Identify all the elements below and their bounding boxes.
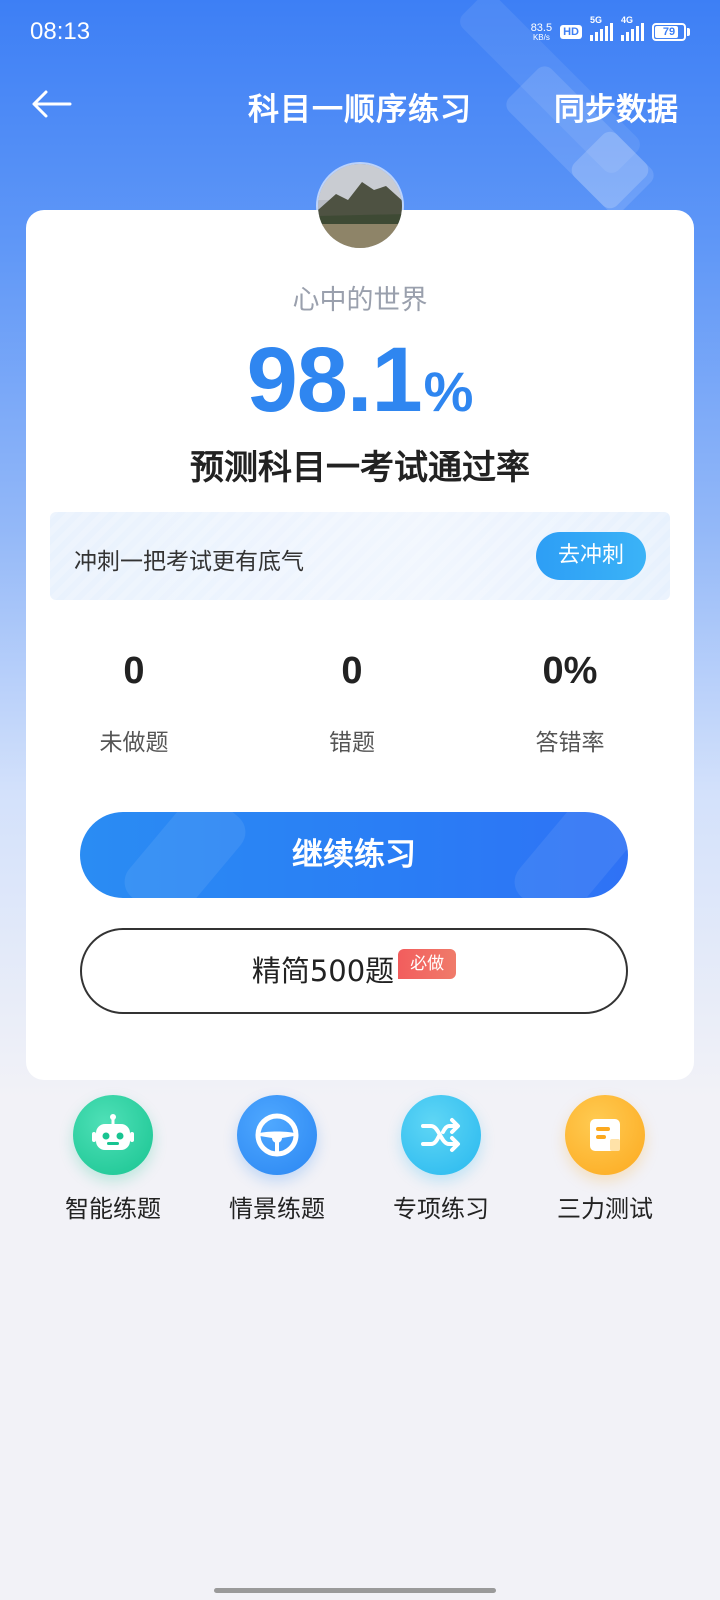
must-do-badge: 必做 <box>398 949 457 979</box>
home-indicator[interactable] <box>214 1588 496 1593</box>
shortcut-scenario-practice-label: 情景练题 <box>229 1195 325 1223</box>
stat-wrong[interactable]: 0 错题 <box>252 650 452 757</box>
battery-icon: 79 <box>652 23 690 41</box>
sync-data-button[interactable]: 同步数据 <box>554 84 678 129</box>
shortcut-smart-practice[interactable]: 智能练题 <box>48 1095 178 1224</box>
signal-4g-icon: 4G <box>621 15 644 41</box>
pass-rate: 98.1% <box>26 328 694 433</box>
stat-error-rate-label: 答错率 <box>535 730 605 756</box>
sprint-banner: 冲刺一把考试更有底气 去冲刺 <box>50 512 670 600</box>
stat-error-rate: 0% 答错率 <box>470 650 670 757</box>
signal-5g-label: 5G <box>590 15 603 25</box>
document-icon <box>590 1119 620 1151</box>
shuffle-icon <box>421 1118 460 1152</box>
signal-4g-label: 4G <box>621 15 634 25</box>
avatar-image <box>318 164 402 248</box>
robot-icon <box>92 1114 134 1150</box>
avatar[interactable] <box>316 162 404 250</box>
stat-undone-label: 未做题 <box>99 730 169 756</box>
hd-icon: HD <box>560 25 582 39</box>
back-button[interactable] <box>28 84 76 124</box>
shortcut-scenario-practice[interactable]: 情景练题 <box>212 1095 342 1224</box>
network-speed-unit: KB/s <box>532 32 550 42</box>
shortcut-three-ability-test[interactable]: 三力测试 <box>540 1095 670 1224</box>
network-speed: 83.5 KB/s <box>530 21 553 42</box>
shortcut-grid: 智能练题 情景练题 专项练习 三力测试 <box>0 1095 720 1235</box>
stat-error-rate-value: 0% <box>542 650 598 692</box>
arrow-left-icon <box>32 90 72 118</box>
signal-5g-icon: 5G <box>590 15 613 41</box>
stat-wrong-value: 0 <box>341 650 363 692</box>
nav-bar: 科目一顺序练习 同步数据 <box>0 70 720 140</box>
stat-undone-value: 0 <box>123 650 145 692</box>
pass-rate-value: 98.1 <box>246 329 423 431</box>
shortcut-smart-practice-label: 智能练题 <box>65 1195 161 1223</box>
network-speed-value: 83.5 <box>530 21 553 34</box>
username: 心中的世界 <box>292 285 428 316</box>
sprint-text: 冲刺一把考试更有底气 <box>74 549 304 575</box>
status-time: 08:13 <box>30 18 91 45</box>
continue-practice-button[interactable]: 继续练习 <box>80 812 628 898</box>
shortcut-special-practice[interactable]: 专项练习 <box>376 1095 506 1224</box>
pass-rate-unit: % <box>423 360 474 423</box>
status-bar: 08:13 83.5 KB/s HD 5G 4G 79 <box>0 0 720 64</box>
status-icons: 83.5 KB/s HD 5G 4G 79 <box>530 15 690 42</box>
progress-card: 心中的世界 98.1% 预测科目一考试通过率 冲刺一把考试更有底气 去冲刺 0 … <box>26 210 694 1080</box>
slim-500-button[interactable]: 精简500题 必做 <box>80 928 628 1014</box>
stat-wrong-label: 错题 <box>329 730 375 756</box>
pass-rate-label: 预测科目一考试通过率 <box>190 448 530 488</box>
battery-level: 79 <box>662 26 676 38</box>
steering-wheel-icon <box>255 1113 299 1157</box>
shortcut-three-ability-test-label: 三力测试 <box>557 1195 653 1223</box>
slim-500-label: 精简500题 <box>251 954 395 988</box>
continue-practice-label: 继续练习 <box>292 837 416 873</box>
stat-undone[interactable]: 0 未做题 <box>34 650 234 757</box>
shortcut-special-practice-label: 专项练习 <box>393 1195 489 1223</box>
go-sprint-button[interactable]: 去冲刺 <box>536 532 646 580</box>
